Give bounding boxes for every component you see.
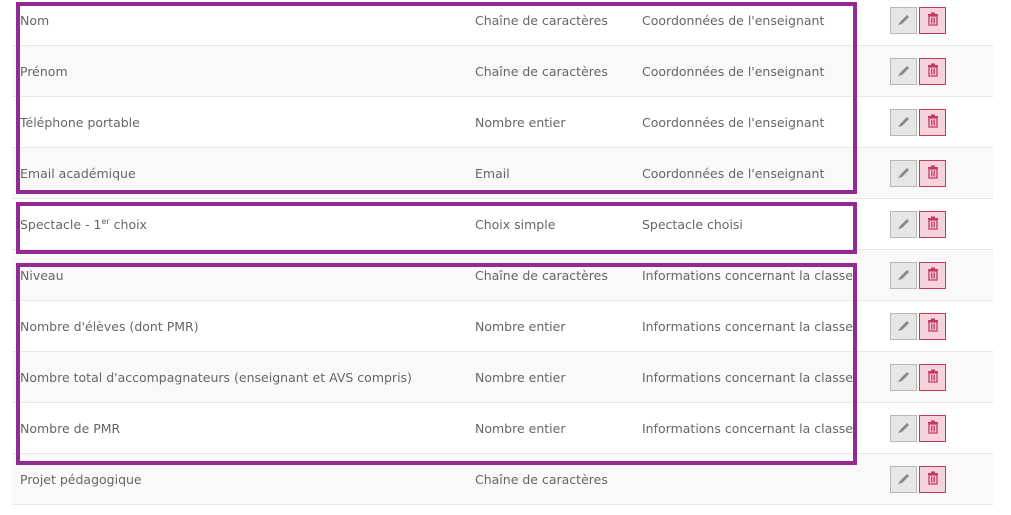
field-name-suffix: choix — [109, 217, 147, 233]
field-name: Prénom — [20, 64, 68, 79]
edit-button[interactable] — [890, 160, 917, 187]
field-name-text: Nombre de PMR — [20, 421, 121, 436]
field-name-text: Nombre d'élèves (dont PMR) — [20, 319, 199, 334]
field-name-text: Nombre total d'accompagnateurs (enseigna… — [20, 370, 412, 385]
field-type: Choix simple — [475, 217, 556, 232]
field-name-text: Téléphone portable — [20, 115, 140, 130]
edit-button[interactable] — [890, 211, 917, 238]
field-type: Nombre entier — [475, 115, 566, 130]
table-row: Nombre total d'accompagnateurs (enseigna… — [12, 352, 993, 403]
field-name-text: Email académique — [20, 166, 136, 181]
field-name: Nombre de PMR — [20, 421, 120, 436]
field-group: Spectacle choisi — [642, 217, 743, 232]
delete-button[interactable] — [919, 211, 946, 238]
field-name: Téléphone portable — [20, 115, 140, 130]
edit-button[interactable] — [890, 7, 917, 34]
trash-icon — [927, 12, 939, 29]
delete-button[interactable] — [919, 7, 946, 34]
field-type: Nombre entier — [475, 370, 566, 385]
table-row: Spectacle - 1er choix Choix simple Spect… — [12, 199, 993, 250]
delete-button[interactable] — [919, 313, 946, 340]
field-group: Informations concernant la classe — [642, 370, 853, 385]
delete-button[interactable] — [919, 109, 946, 136]
field-name-text: Projet pédagogique — [20, 472, 142, 487]
pencil-icon — [897, 369, 911, 386]
delete-button[interactable] — [919, 415, 946, 442]
field-group: Coordonnées de l'enseignant — [642, 64, 825, 79]
trash-icon — [927, 369, 939, 386]
field-name-text: Prénom — [20, 64, 68, 79]
pencil-icon — [897, 165, 911, 182]
field-type: Chaîne de caractères — [475, 64, 608, 79]
trash-icon — [927, 318, 939, 335]
field-group: Informations concernant la classe — [642, 319, 853, 334]
field-name: Nombre total d'accompagnateurs (enseigna… — [20, 370, 412, 385]
edit-button[interactable] — [890, 466, 917, 493]
pencil-icon — [897, 12, 911, 29]
delete-button[interactable] — [919, 364, 946, 391]
trash-icon — [927, 114, 939, 131]
field-name-sup: er — [101, 217, 110, 226]
pencil-icon — [897, 63, 911, 80]
field-group: Informations concernant la classe — [642, 421, 853, 436]
table-row: Niveau Chaîne de caractères Informations… — [12, 250, 993, 301]
field-type: Chaîne de caractères — [475, 268, 608, 283]
field-name: Niveau — [20, 268, 64, 283]
trash-icon — [927, 63, 939, 80]
pencil-icon — [897, 420, 911, 437]
edit-button[interactable] — [890, 109, 917, 136]
table-row: Nom Chaîne de caractères Coordonnées de … — [12, 0, 993, 46]
table-row: Nombre d'élèves (dont PMR) Nombre entier… — [12, 301, 993, 352]
trash-icon — [927, 216, 939, 233]
delete-button[interactable] — [919, 160, 946, 187]
field-name-text: Nom — [20, 13, 50, 28]
field-group: Informations concernant la classe — [642, 268, 853, 283]
field-type: Email — [475, 166, 510, 181]
pencil-icon — [897, 318, 911, 335]
pencil-icon — [897, 114, 911, 131]
trash-icon — [927, 420, 939, 437]
delete-button[interactable] — [919, 58, 946, 85]
field-type: Chaîne de caractères — [475, 472, 608, 487]
trash-icon — [927, 267, 939, 284]
field-name: Projet pédagogique — [20, 472, 142, 487]
table-row: Prénom Chaîne de caractères Coordonnées … — [12, 46, 993, 97]
edit-button[interactable] — [890, 58, 917, 85]
trash-icon — [927, 165, 939, 182]
table-row: Projet pédagogique Chaîne de caractères — [12, 454, 993, 505]
table-row: Email académique Email Coordonnées de l'… — [12, 148, 993, 199]
delete-button[interactable] — [919, 466, 946, 493]
field-group: Coordonnées de l'enseignant — [642, 166, 825, 181]
edit-button[interactable] — [890, 262, 917, 289]
edit-button[interactable] — [890, 313, 917, 340]
edit-button[interactable] — [890, 364, 917, 391]
trash-icon — [927, 471, 939, 488]
field-name: Email académique — [20, 166, 136, 181]
field-group: Coordonnées de l'enseignant — [642, 115, 825, 130]
delete-button[interactable] — [919, 262, 946, 289]
table-row: Nombre de PMR Nombre entier Informations… — [12, 403, 993, 454]
edit-button[interactable] — [890, 415, 917, 442]
table-row: Téléphone portable Nombre entier Coordon… — [12, 97, 993, 148]
field-type: Chaîne de caractères — [475, 13, 608, 28]
field-name: Spectacle - 1er choix — [20, 217, 147, 232]
field-name-text: Spectacle - 1 — [20, 217, 102, 233]
pencil-icon — [897, 267, 911, 284]
field-name-text: Niveau — [20, 268, 64, 283]
field-group: Coordonnées de l'enseignant — [642, 13, 825, 28]
field-type: Nombre entier — [475, 319, 566, 334]
fields-table: Nom Chaîne de caractères Coordonnées de … — [12, 0, 993, 505]
field-type: Nombre entier — [475, 421, 566, 436]
field-name: Nombre d'élèves (dont PMR) — [20, 319, 199, 334]
field-name: Nom — [20, 13, 49, 28]
pencil-icon — [897, 471, 911, 488]
pencil-icon — [897, 216, 911, 233]
